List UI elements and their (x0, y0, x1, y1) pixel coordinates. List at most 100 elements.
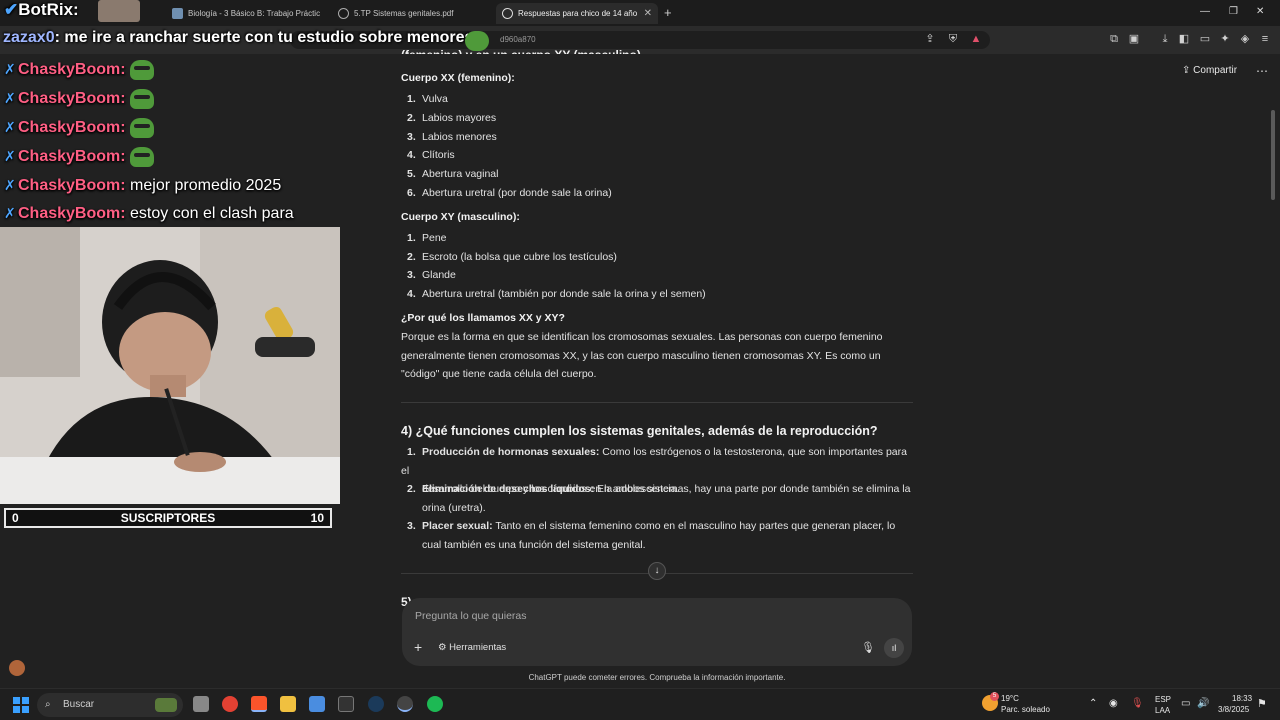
list-item: 3. Labios menores (407, 131, 497, 143)
taskbar: ⌕ Buscar 5 19°C Parc. soleado ⌃ ◉ 🎙 ESP … (0, 688, 1280, 720)
share-button[interactable]: ⇪ Compartir (1182, 65, 1237, 76)
why-paragraph: Porque es la forma en que se identifican… (401, 331, 883, 380)
chat-message: ✗ ChaskyBoom: (4, 56, 155, 82)
list-item: 4. Abertura uretral (también por donde sa… (407, 288, 706, 300)
clock-date[interactable]: 3/8/2025 (1218, 705, 1249, 714)
webcam-scene (0, 227, 340, 504)
list-item: 6. Abertura uretral (por donde sale la or… (407, 187, 612, 199)
subscriber-goal-bar: 0 SUSCRIPTORES 10 (4, 508, 332, 528)
spotify-icon[interactable] (427, 696, 443, 712)
share-page-icon[interactable]: ⇪ (924, 33, 936, 45)
tab-label: 5.TP Sistemas genitales.pdf (354, 9, 454, 18)
pepe-emote (130, 59, 155, 80)
wallet-icon[interactable]: ▣ (1128, 33, 1140, 45)
steam-icon[interactable] (368, 696, 384, 712)
sword-badge-icon: ✗ (4, 148, 16, 164)
scrollbar[interactable] (1271, 110, 1275, 200)
chat-message: ✗ ChaskyBoom: estoy con el clash para (4, 200, 294, 226)
question-4-heading: 4) ¿Qué funciones cumplen los sistemas g… (401, 424, 878, 438)
brave-rewards-icon[interactable]: ▲ (970, 33, 982, 45)
sub-goal-target: 10 (310, 511, 324, 525)
search-highlight-icon (155, 698, 177, 712)
sidebar-icon[interactable]: ◧ (1178, 33, 1190, 45)
new-tab-button[interactable]: + (664, 5, 672, 20)
list-item: 5. Abertura vaginal (407, 168, 499, 180)
microphone-icon[interactable]: 🎙 (861, 641, 875, 654)
language-top[interactable]: ESP (1155, 695, 1171, 704)
scroll-down-button[interactable]: ↓ (648, 562, 666, 580)
vpn-shield-icon[interactable]: ◈ (1239, 33, 1251, 45)
screen: Biología - 3 Básico B: Trabajo Práctic 5… (0, 0, 1280, 720)
globe-icon (338, 8, 349, 19)
epic-games-icon[interactable] (338, 696, 354, 712)
store-icon[interactable] (309, 696, 325, 712)
download-icon[interactable]: ⤓ (1159, 33, 1171, 45)
tab-bar: Biología - 3 Básico B: Trabajo Práctic 5… (0, 0, 1280, 26)
clock-time[interactable]: 18:33 (1232, 694, 1252, 703)
user-avatar[interactable] (9, 660, 25, 676)
chevron-up-icon[interactable]: ⌃ (1089, 698, 1097, 709)
chat-message: ✗ ChaskyBoom: (4, 114, 155, 140)
extensions-icon[interactable]: ⧉ (1108, 33, 1120, 45)
pepe-emote (130, 117, 155, 138)
task-view-icon[interactable] (193, 696, 209, 712)
voice-mode-icon[interactable]: ıl (884, 638, 904, 658)
tools-button[interactable]: ⚙ Herramientas (438, 642, 506, 653)
tab-label: Biología - 3 Básico B: Trabajo Práctic (188, 9, 321, 18)
chat-message: ✗ ChaskyBoom: (4, 143, 155, 169)
xy-title: Cuerpo XY (masculino): (401, 211, 520, 223)
weather-badge: 5 (990, 692, 999, 701)
network-icon[interactable]: ▭ (1181, 698, 1190, 709)
function-item-2: 2. Eliminación de desechos líquidos: En a… (407, 483, 911, 514)
list-item: 1. Pene (407, 232, 447, 244)
discord-icon[interactable]: ◉ (1109, 698, 1118, 709)
share-icon: ⇪ (1182, 65, 1194, 76)
sword-badge-icon: ✗ (4, 61, 16, 77)
menu-icon[interactable]: ≡ (1259, 33, 1271, 45)
top-chat-line: zazax0: me ire a ranchar suerte con tu e… (3, 29, 474, 46)
plus-icon[interactable]: + (414, 639, 422, 655)
sword-badge-icon: ✗ (4, 177, 16, 193)
tab-chatgpt[interactable]: Respuestas para chico de 14 año ✕ (496, 3, 658, 24)
close-window-button[interactable]: ✕ (1256, 6, 1264, 17)
minimize-button[interactable]: — (1200, 6, 1210, 17)
restore-button[interactable]: ❐ (1229, 6, 1238, 17)
divider (401, 402, 913, 403)
composer-input[interactable]: Pregunta lo que quieras (415, 610, 527, 622)
close-tab-icon[interactable]: ✕ (644, 3, 652, 24)
sword-badge-icon: ✗ (4, 119, 16, 135)
composer[interactable]: Pregunta lo que quieras + ⚙ Herramientas… (402, 598, 912, 666)
wallet-card-icon[interactable]: ▭ (1199, 33, 1211, 45)
brave-shield-icon[interactable]: ⛨ (947, 33, 959, 45)
more-options-icon[interactable]: ⋯ (1256, 64, 1268, 78)
chat-message: ✗ ChaskyBoom: mejor promedio 2025 (4, 172, 281, 198)
list-item: 2. Labios mayores (407, 112, 497, 124)
language-bottom: LAA (1155, 706, 1171, 715)
tab-biologia[interactable]: Biología - 3 Básico B: Trabajo Práctic (166, 3, 326, 24)
disclaimer: ChatGPT puede cometer errores. Comprueba… (528, 673, 786, 682)
leo-ai-icon[interactable]: ✦ (1219, 33, 1231, 45)
brave-icon[interactable] (251, 696, 267, 712)
checkmark-icon: ✔ (4, 0, 19, 19)
windows-start-icon[interactable] (13, 697, 29, 713)
chrome-icon[interactable] (222, 696, 238, 712)
obs-icon[interactable] (397, 696, 413, 712)
notification-icon[interactable]: ⚑ (1257, 697, 1267, 710)
list-item: 1. Vulva (407, 93, 448, 105)
microphone-muted-icon[interactable]: 🎙 (1131, 698, 1144, 709)
xx-title: Cuerpo XX (femenino): (401, 72, 515, 84)
file-explorer-icon[interactable] (280, 696, 296, 712)
tab-label: Respuestas para chico de 14 año (518, 9, 638, 18)
url-text: d960a870 (500, 35, 536, 44)
chat-message: ✗ ChaskyBoom: (4, 85, 155, 111)
pepe-emote (130, 88, 155, 109)
pepe-emote (465, 31, 489, 51)
list-item: 2. Escroto (la bolsa que cubre los testíc… (407, 251, 617, 263)
list-item: 3. Glande (407, 269, 456, 281)
function-item-3: 3. Placer sexual: Tanto en el sistema fem… (407, 520, 896, 551)
taskbar-search[interactable]: ⌕ Buscar (37, 693, 183, 717)
classroom-icon (172, 8, 183, 19)
tab-pdf[interactable]: 5.TP Sistemas genitales.pdf (332, 3, 492, 24)
sword-badge-icon: ✗ (4, 205, 16, 221)
volume-icon[interactable]: 🔊 (1197, 698, 1209, 709)
